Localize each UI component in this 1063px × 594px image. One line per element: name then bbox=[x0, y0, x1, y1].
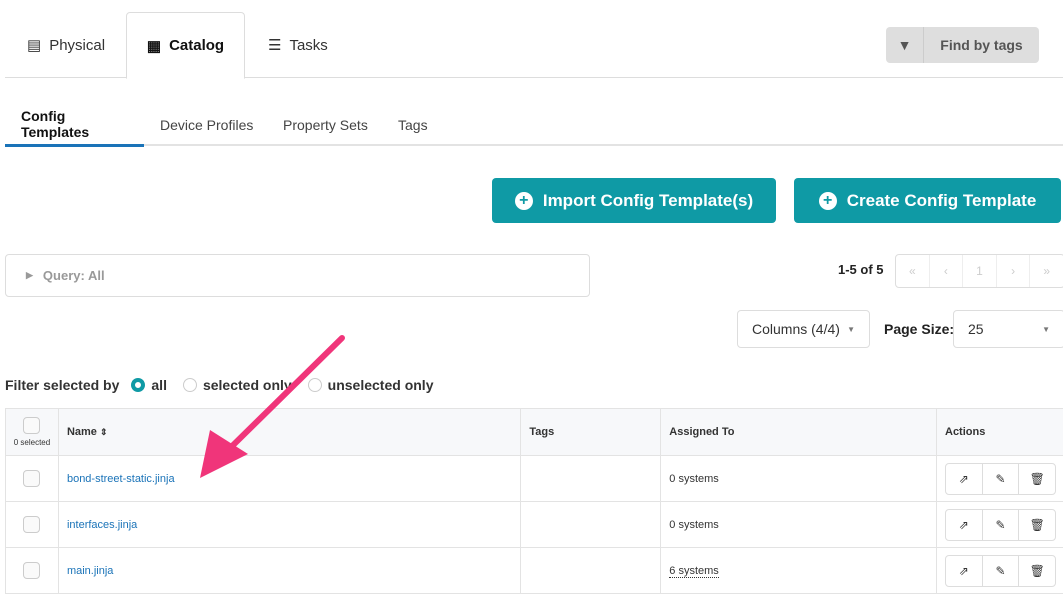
select-all-checkbox[interactable] bbox=[23, 417, 40, 434]
page-size-label: Page Size: bbox=[884, 321, 954, 337]
tab-config-templates[interactable]: Config Templates bbox=[5, 104, 144, 147]
server-icon: ▤ bbox=[27, 36, 41, 54]
template-name-link[interactable]: bond-street-static.jinja bbox=[67, 473, 175, 485]
template-name-link[interactable]: main.jinja bbox=[67, 565, 113, 577]
last-page-button[interactable]: » bbox=[1030, 255, 1063, 287]
caret-down-icon: ▼ bbox=[847, 325, 855, 334]
trash-icon[interactable]: 🗑 bbox=[1019, 510, 1055, 540]
annotation-arrow bbox=[190, 330, 350, 480]
edit-icon[interactable]: ✎ bbox=[983, 464, 1020, 494]
assigned-to: 0 systems bbox=[669, 519, 719, 531]
sort-icon: ⇕ bbox=[100, 427, 108, 437]
radio-all[interactable] bbox=[131, 378, 145, 392]
caret-right-icon: ▶ bbox=[26, 270, 33, 281]
page-1-button[interactable]: 1 bbox=[963, 255, 997, 287]
export-icon[interactable]: ⇗ bbox=[946, 510, 983, 540]
export-icon[interactable]: ⇗ bbox=[946, 556, 983, 586]
edit-icon[interactable]: ✎ bbox=[983, 510, 1020, 540]
prev-page-button[interactable]: ‹ bbox=[930, 255, 964, 287]
row-actions: ⇗✎🗑 bbox=[945, 463, 1056, 495]
assigned-to: 0 systems bbox=[669, 473, 719, 485]
next-page-button[interactable]: › bbox=[997, 255, 1031, 287]
plus-circle-icon: + bbox=[515, 192, 533, 210]
row-tags bbox=[521, 502, 661, 548]
caret-down-icon: ▼ bbox=[1042, 325, 1050, 334]
list-icon: ▦ bbox=[147, 37, 161, 55]
columns-select[interactable]: Columns (4/4)▼ bbox=[737, 310, 870, 348]
row-checkbox[interactable] bbox=[23, 470, 40, 487]
row-checkbox[interactable] bbox=[23, 516, 40, 533]
tab-device-profiles[interactable]: Device Profiles bbox=[160, 104, 253, 146]
sub-tabs: Config Templates Device Profiles Propert… bbox=[5, 104, 1063, 146]
tab-catalog[interactable]: ▦Catalog bbox=[126, 12, 245, 79]
header-tags: Tags bbox=[521, 409, 661, 456]
row-actions: ⇗✎🗑 bbox=[945, 509, 1056, 541]
selected-count: 0 selected bbox=[6, 438, 58, 447]
tab-property-sets[interactable]: Property Sets bbox=[283, 104, 368, 146]
tab-tasks[interactable]: ☰Tasks bbox=[268, 12, 328, 78]
trash-icon[interactable]: 🗑 bbox=[1019, 556, 1055, 586]
trash-icon[interactable]: 🗑 bbox=[1019, 464, 1055, 494]
pagination: « ‹ 1 › » bbox=[895, 254, 1063, 288]
tab-tags[interactable]: Tags bbox=[398, 104, 428, 146]
filter-icon: ▼ bbox=[886, 27, 924, 63]
config-templates-table: 0 selected Name ⇕ Tags Assigned To Actio… bbox=[5, 408, 1063, 594]
row-actions: ⇗✎🗑 bbox=[945, 555, 1056, 587]
find-by-tags-button[interactable]: ▼Find by tags bbox=[886, 27, 1039, 63]
table-row: bond-street-static.jinja 0 systems ⇗✎🗑 bbox=[6, 456, 1063, 502]
table-row: main.jinja 6 systems ⇗✎🗑 bbox=[6, 548, 1063, 594]
template-name-link[interactable]: interfaces.jinja bbox=[67, 519, 137, 531]
page-size-select[interactable]: 25▼ bbox=[953, 310, 1063, 348]
table-row: interfaces.jinja 0 systems ⇗✎🗑 bbox=[6, 502, 1063, 548]
pagination-summary: 1-5 of 5 bbox=[838, 262, 884, 277]
row-tags bbox=[521, 456, 661, 502]
tasks-icon: ☰ bbox=[268, 36, 281, 54]
row-tags bbox=[521, 548, 661, 594]
edit-icon[interactable]: ✎ bbox=[983, 556, 1020, 586]
tab-physical[interactable]: ▤Physical bbox=[27, 12, 105, 78]
header-actions: Actions bbox=[937, 409, 1063, 456]
assigned-to[interactable]: 6 systems bbox=[669, 565, 719, 578]
export-icon[interactable]: ⇗ bbox=[946, 464, 983, 494]
import-config-template-button[interactable]: +Import Config Template(s) bbox=[492, 178, 776, 223]
row-checkbox[interactable] bbox=[23, 562, 40, 579]
create-config-template-button[interactable]: +Create Config Template bbox=[794, 178, 1061, 223]
first-page-button[interactable]: « bbox=[896, 255, 930, 287]
query-expander[interactable]: ▶Query: All bbox=[5, 254, 590, 297]
plus-circle-icon: + bbox=[819, 192, 837, 210]
header-assigned-to: Assigned To bbox=[661, 409, 937, 456]
